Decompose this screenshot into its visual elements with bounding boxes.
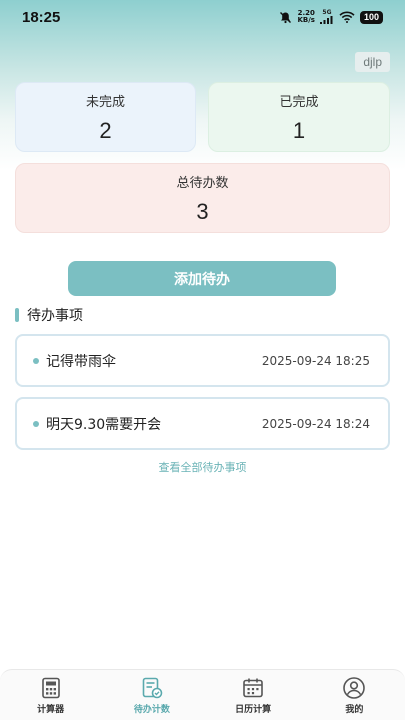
bullet-dot-icon: [33, 357, 39, 364]
status-bar: 18:25 2.20 KB/s 5G 100: [0, 0, 405, 34]
battery-indicator: 100: [359, 10, 383, 24]
todo-text: 记得带雨伞: [46, 353, 116, 370]
wifi-icon: [339, 11, 355, 23]
todo-content: 明天9.30需要开会: [33, 414, 161, 434]
bullet-dot-icon: [33, 420, 39, 427]
todo-content: 记得带雨伞: [33, 351, 116, 371]
add-todo-button[interactable]: 添加待办: [68, 261, 336, 296]
profile-icon: [343, 676, 366, 699]
total-count: 3: [196, 198, 209, 224]
todo-icon: [142, 677, 163, 698]
view-all-link[interactable]: 查看全部待办事项: [0, 459, 405, 475]
tab-todo-count[interactable]: 待办计数: [101, 676, 202, 715]
tab-calculator[interactable]: 计算器: [0, 676, 101, 715]
done-card[interactable]: 已完成 1: [208, 82, 390, 152]
status-icons: 2.20 KB/s 5G 100: [279, 10, 383, 24]
pending-count: 2: [99, 117, 112, 143]
todo-item[interactable]: 明天9.30需要开会 2025-09-24 18:24: [15, 397, 390, 450]
total-label: 总待办数: [176, 175, 229, 191]
pending-label: 未完成: [85, 94, 125, 110]
net-speed-unit: KB/s: [297, 16, 315, 24]
cell-signal: 5G: [319, 10, 334, 24]
section-accent-bar: [15, 308, 19, 322]
signal-icon: [319, 16, 333, 24]
done-label: 已完成: [279, 94, 319, 110]
user-tag: djlp: [355, 52, 390, 72]
pending-card[interactable]: 未完成 2: [15, 82, 196, 152]
tab-label: 待办计数: [133, 704, 170, 715]
net-speed: 2.20 KB/s: [297, 10, 314, 24]
bottom-tab-bar: 计算器 待办计数 日历计算 我的: [0, 669, 405, 720]
tab-calendar-calc[interactable]: 日历计算: [203, 676, 304, 715]
status-time: 18:25: [22, 8, 61, 26]
calendar-icon: [243, 678, 263, 697]
tab-label: 计算器: [37, 704, 65, 715]
section-title: 待办事项: [15, 306, 83, 324]
tab-label: 日历计算: [235, 704, 272, 715]
todo-text: 明天9.30需要开会: [46, 416, 162, 433]
tab-profile[interactable]: 我的: [304, 676, 405, 715]
section-title-text: 待办事项: [27, 308, 83, 324]
todo-item[interactable]: 记得带雨伞 2025-09-24 18:25: [15, 334, 390, 387]
todo-time: 2025-09-24 18:25: [261, 353, 370, 368]
todo-time: 2025-09-24 18:24: [261, 416, 370, 431]
mute-bell-icon: [280, 11, 292, 23]
tab-label: 我的: [345, 704, 364, 715]
total-card[interactable]: 总待办数 3: [15, 163, 390, 233]
calculator-icon: [41, 677, 60, 698]
done-count: 1: [292, 117, 306, 143]
